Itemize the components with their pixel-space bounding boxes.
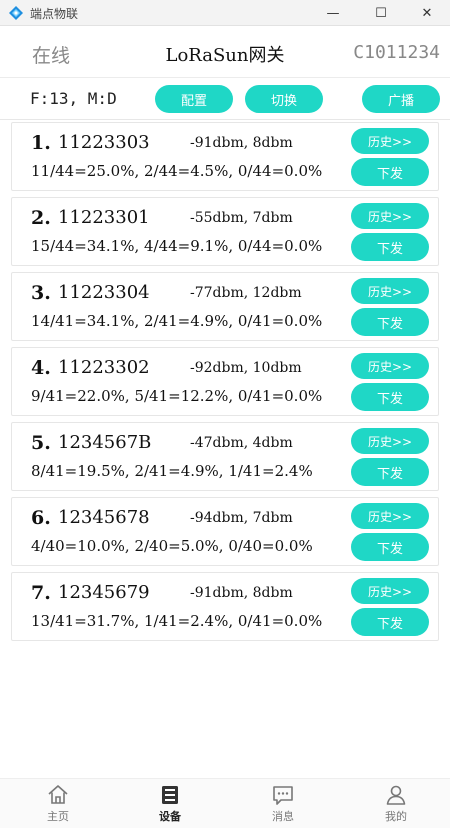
device-stats: 9/41=22.0%, 5/41=12.2%, 0/41=0.0%: [31, 387, 323, 405]
device-signal: -92dbm, 10dbm: [190, 360, 302, 376]
device-card: 6. 12345678 -94dbm, 7dbm 4/40=10.0%, 2/4…: [11, 497, 439, 566]
device-index: 7.: [31, 582, 51, 604]
tab-mine-label: 我的: [385, 810, 407, 823]
tab-mine[interactable]: 我的: [356, 783, 436, 827]
device-id: 11223304: [58, 282, 150, 303]
switch-button[interactable]: 切换: [245, 85, 323, 113]
history-button[interactable]: 历史>>: [351, 428, 429, 454]
device-signal: -91dbm, 8dbm: [190, 585, 293, 601]
device-card: 3. 11223304 -77dbm, 12dbm 14/41=34.1%, 2…: [11, 272, 439, 341]
app-logo-icon: [9, 6, 23, 20]
device-index: 2.: [31, 207, 51, 229]
app-header: 在线 LoRaSun网关 C1011234: [0, 26, 450, 78]
close-button[interactable]: ✕: [404, 0, 450, 26]
home-icon: [48, 785, 68, 804]
device-signal: -55dbm, 7dbm: [190, 210, 293, 226]
tab-messages-label: 消息: [272, 810, 294, 823]
device-stats: 14/41=34.1%, 2/41=4.9%, 0/41=0.0%: [31, 312, 323, 330]
send-button[interactable]: 下发: [351, 608, 429, 636]
device-stats: 8/41=19.5%, 2/41=4.9%, 1/41=2.4%: [31, 462, 313, 480]
tab-devices[interactable]: 设备: [130, 783, 210, 827]
history-button[interactable]: 历史>>: [351, 128, 429, 154]
device-id: 11223301: [58, 207, 150, 228]
history-button[interactable]: 历史>>: [351, 353, 429, 379]
history-button[interactable]: 历史>>: [351, 578, 429, 604]
tab-home-label: 主页: [47, 810, 69, 823]
device-index: 5.: [31, 432, 51, 454]
send-button[interactable]: 下发: [351, 158, 429, 186]
device-index: 1.: [31, 132, 51, 154]
history-button[interactable]: 历史>>: [351, 203, 429, 229]
device-stats: 13/41=31.7%, 1/41=2.4%, 0/41=0.0%: [31, 612, 323, 630]
device-index: 4.: [31, 357, 51, 379]
device-id: 1234567B: [58, 432, 152, 453]
send-button[interactable]: 下发: [351, 308, 429, 336]
window-titlebar: 端点物联 — ☐ ✕: [0, 0, 450, 26]
device-id: 12345678: [58, 507, 150, 528]
history-button[interactable]: 历史>>: [351, 278, 429, 304]
devices-icon: [162, 786, 178, 804]
device-id: 12345679: [58, 582, 150, 603]
device-signal: -94dbm, 7dbm: [190, 510, 293, 526]
tab-home[interactable]: 主页: [18, 783, 98, 827]
window-title: 端点物联: [30, 7, 79, 21]
device-card: 4. 11223302 -92dbm, 10dbm 9/41=22.0%, 5/…: [11, 347, 439, 416]
device-signal: -91dbm, 8dbm: [190, 135, 293, 151]
frequency-mode-text: F:13, M:D: [30, 89, 117, 108]
device-stats: 15/44=34.1%, 4/44=9.1%, 0/44=0.0%: [31, 237, 323, 255]
device-card: 5. 1234567B -47dbm, 4dbm 8/41=19.5%, 2/4…: [11, 422, 439, 491]
device-card: 2. 11223301 -55dbm, 7dbm 15/44=34.1%, 4/…: [11, 197, 439, 266]
device-signal: -47dbm, 4dbm: [190, 435, 293, 451]
device-stats: 11/44=25.0%, 2/44=4.5%, 0/44=0.0%: [31, 162, 323, 180]
gateway-id: C1011234: [353, 42, 440, 63]
tab-devices-label: 设备: [159, 810, 181, 823]
device-card: 7. 12345679 -91dbm, 8dbm 13/41=31.7%, 1/…: [11, 572, 439, 641]
history-button[interactable]: 历史>>: [351, 503, 429, 529]
tab-messages[interactable]: 消息: [243, 783, 323, 827]
config-button[interactable]: 配置: [155, 85, 233, 113]
send-button[interactable]: 下发: [351, 233, 429, 261]
send-button[interactable]: 下发: [351, 533, 429, 561]
device-signal: -77dbm, 12dbm: [190, 285, 302, 301]
minimize-button[interactable]: —: [310, 0, 356, 26]
device-index: 6.: [31, 507, 51, 529]
message-icon: [273, 786, 293, 805]
device-id: 11223303: [58, 132, 150, 153]
send-button[interactable]: 下发: [351, 383, 429, 411]
maximize-button[interactable]: ☐: [358, 0, 404, 26]
device-index: 3.: [31, 282, 51, 304]
device-card: 1. 11223303 -91dbm, 8dbm 11/44=25.0%, 2/…: [11, 122, 439, 191]
device-stats: 4/40=10.0%, 2/40=5.0%, 0/40=0.0%: [31, 537, 313, 555]
bottom-tab-bar: 主页 设备 消息 我的: [0, 778, 450, 828]
send-button[interactable]: 下发: [351, 458, 429, 486]
broadcast-button[interactable]: 广播: [362, 85, 440, 113]
device-id: 11223302: [58, 357, 150, 378]
person-icon: [386, 785, 406, 805]
toolbar: F:13, M:D 配置 切换 广播: [0, 78, 450, 120]
